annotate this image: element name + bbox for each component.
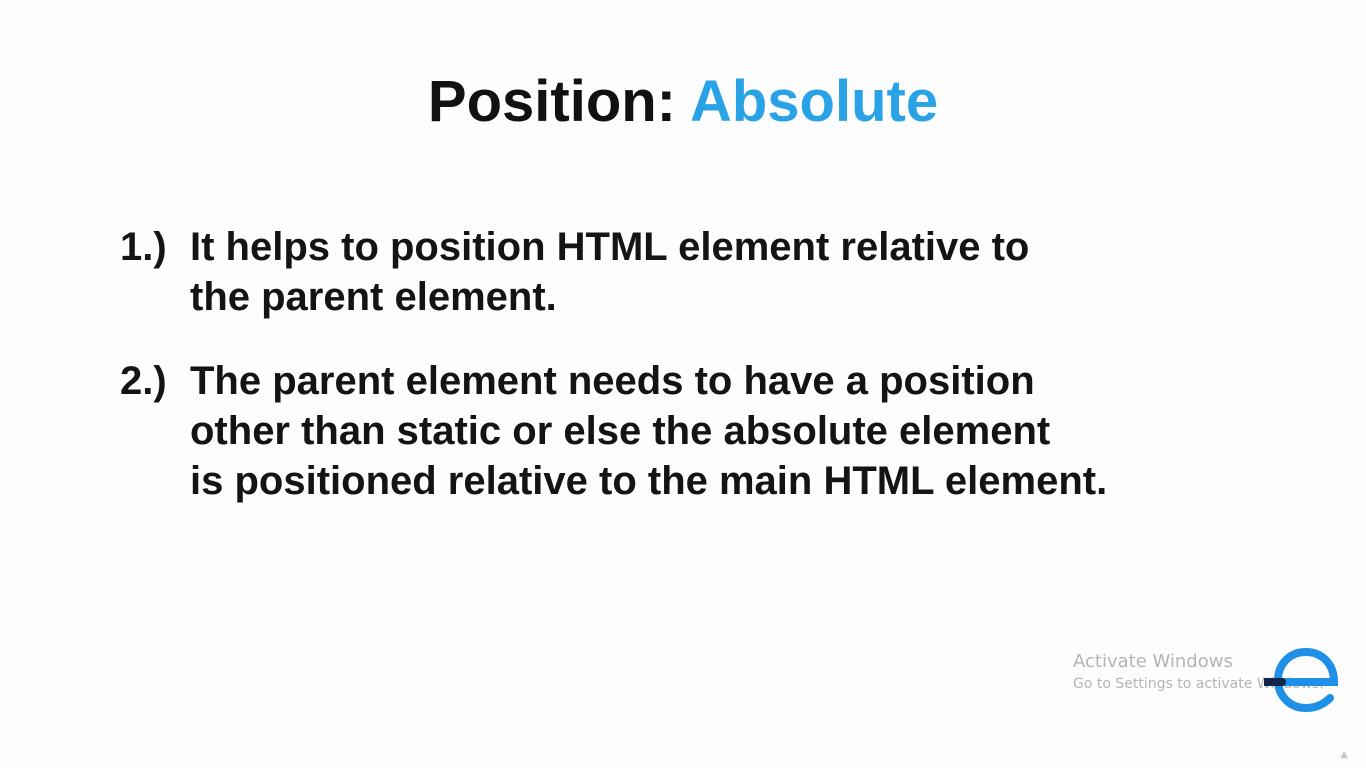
e-logo-icon bbox=[1264, 648, 1339, 712]
point-line: other than static or else the absolute e… bbox=[190, 409, 1051, 453]
slide-title: Position: Absolute bbox=[0, 68, 1366, 135]
point-line: the parent element. bbox=[190, 275, 557, 319]
title-accent: Absolute bbox=[689, 69, 939, 134]
point-text: It helps to position HTML element relati… bbox=[190, 222, 1320, 322]
list-item: 2.) The parent element needs to have a p… bbox=[120, 356, 1320, 506]
slide: Position: Absolute 1.) It helps to posit… bbox=[0, 0, 1366, 768]
list-item: 1.) It helps to position HTML element re… bbox=[120, 222, 1320, 322]
corner-logo-icon: ▲ bbox=[1340, 749, 1348, 760]
point-number: 1.) bbox=[120, 225, 167, 269]
point-line: The parent element needs to have a posit… bbox=[190, 359, 1035, 403]
title-prefix: Position: bbox=[427, 69, 690, 134]
point-list: 1.) It helps to position HTML element re… bbox=[120, 222, 1320, 540]
point-text: The parent element needs to have a posit… bbox=[190, 356, 1320, 506]
point-number: 2.) bbox=[120, 359, 167, 403]
point-line: It helps to position HTML element relati… bbox=[190, 225, 1030, 269]
point-line: is positioned relative to the main HTML … bbox=[190, 459, 1108, 503]
